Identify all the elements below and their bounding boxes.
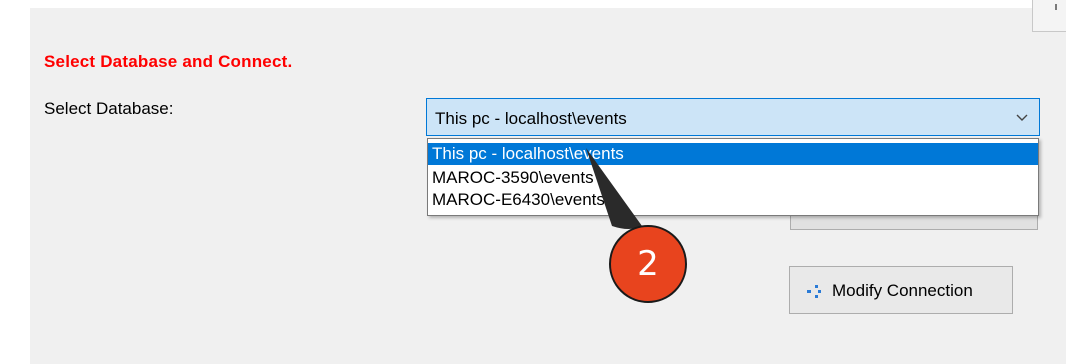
select-database-label: Select Database: [44,99,174,118]
dropdown-option-maroc-e6430[interactable]: MAROC-E6430\events [428,189,1038,211]
database-combobox[interactable]: This pc - localhost\events [426,98,1040,136]
section-title: Select Database and Connect. [44,52,293,71]
modify-connection-button[interactable]: Modify Connection [789,266,1013,314]
database-combobox-value: This pc - localhost\events [435,109,627,128]
connection-icon [807,285,821,298]
dropdown-option-maroc-3590[interactable]: MAROC-3590\events [428,167,1038,189]
database-dropdown-list[interactable]: This pc - localhost\events MAROC-3590\ev… [427,138,1039,216]
modify-connection-label: Modify Connection [832,281,973,300]
chevron-down-icon[interactable] [1015,111,1029,123]
dropdown-option-localhost[interactable]: This pc - localhost\events [428,143,1038,165]
corner-button[interactable] [1032,0,1066,32]
annotation-number-badge: 2 [637,244,659,284]
corner-button-icon [1055,4,1057,10]
